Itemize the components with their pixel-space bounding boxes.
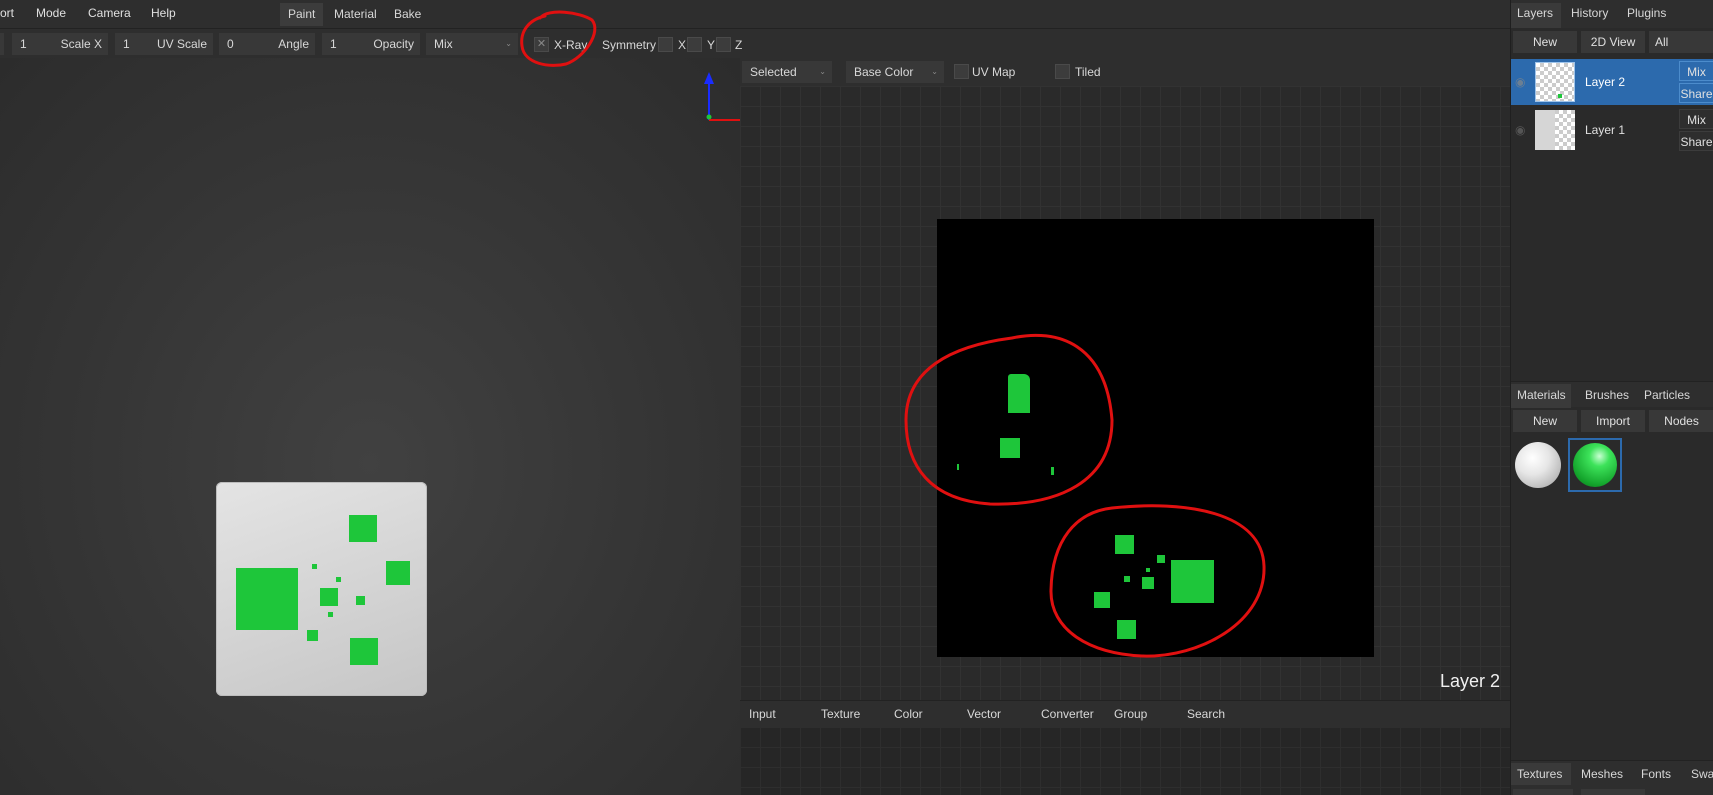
layer-blend-mode[interactable]: Mix xyxy=(1679,61,1713,81)
eye-icon[interactable]: ◉ xyxy=(1515,123,1525,137)
tab-swatches[interactable]: Swat xyxy=(1691,767,1713,781)
layer-filter-select[interactable]: All xyxy=(1649,31,1713,53)
eye-icon[interactable]: ◉ xyxy=(1515,75,1525,89)
material-thumbnail-green-selected[interactable] xyxy=(1568,438,1622,492)
layer-name: Layer 1 xyxy=(1585,123,1626,137)
tab-brushes[interactable]: Brushes xyxy=(1585,388,1629,402)
green-material-sphere xyxy=(1573,443,1617,487)
layer-1-thumb-fill xyxy=(1535,110,1555,150)
tab-history[interactable]: History xyxy=(1571,6,1608,20)
paint-stroke xyxy=(1558,94,1562,98)
import-material-button[interactable]: Import xyxy=(1581,410,1645,432)
layer-1-thumbnail xyxy=(1535,110,1575,150)
tab-plugins[interactable]: Plugins xyxy=(1627,6,1666,20)
tab-meshes[interactable]: Meshes xyxy=(1581,767,1623,781)
material-nodes-button[interactable]: Nodes xyxy=(1649,410,1713,432)
annotation-overlay xyxy=(520,10,1266,658)
new-material-button[interactable]: New xyxy=(1513,410,1577,432)
layer-share-button[interactable]: Share xyxy=(1679,83,1713,103)
bottom-tabbar: Textures Meshes Fonts Swat xyxy=(1511,760,1713,795)
layer-share-button[interactable]: Share xyxy=(1679,131,1713,151)
right-panel: Layers History Plugins New 2D View All ◉… xyxy=(1510,0,1713,795)
tab-layers[interactable]: Layers xyxy=(1517,6,1553,20)
layer-name: Layer 2 xyxy=(1585,75,1626,89)
material-thumbnail-white[interactable] xyxy=(1515,442,1561,488)
layer-2-thumbnail xyxy=(1535,62,1575,102)
2d-view-button[interactable]: 2D View xyxy=(1581,31,1645,53)
textures-button-edge xyxy=(1581,789,1645,795)
textures-button-edge xyxy=(1513,789,1573,795)
tab-fonts[interactable]: Fonts xyxy=(1641,767,1671,781)
tab-materials[interactable]: Materials xyxy=(1517,388,1566,402)
layer-row-layer-2[interactable]: ◉ Layer 2 Mix Share xyxy=(1511,59,1713,105)
layers-tabbar: Layers History Plugins xyxy=(1511,0,1713,28)
tab-textures[interactable]: Textures xyxy=(1517,767,1562,781)
layer-blend-mode[interactable]: Mix xyxy=(1679,109,1713,129)
materials-tabbar: Materials Brushes Particles xyxy=(1511,381,1713,408)
layer-row-layer-1[interactable]: ◉ Layer 1 Mix Share xyxy=(1511,107,1713,153)
new-layer-button[interactable]: New xyxy=(1513,31,1577,53)
tab-particles[interactable]: Particles xyxy=(1644,388,1690,402)
